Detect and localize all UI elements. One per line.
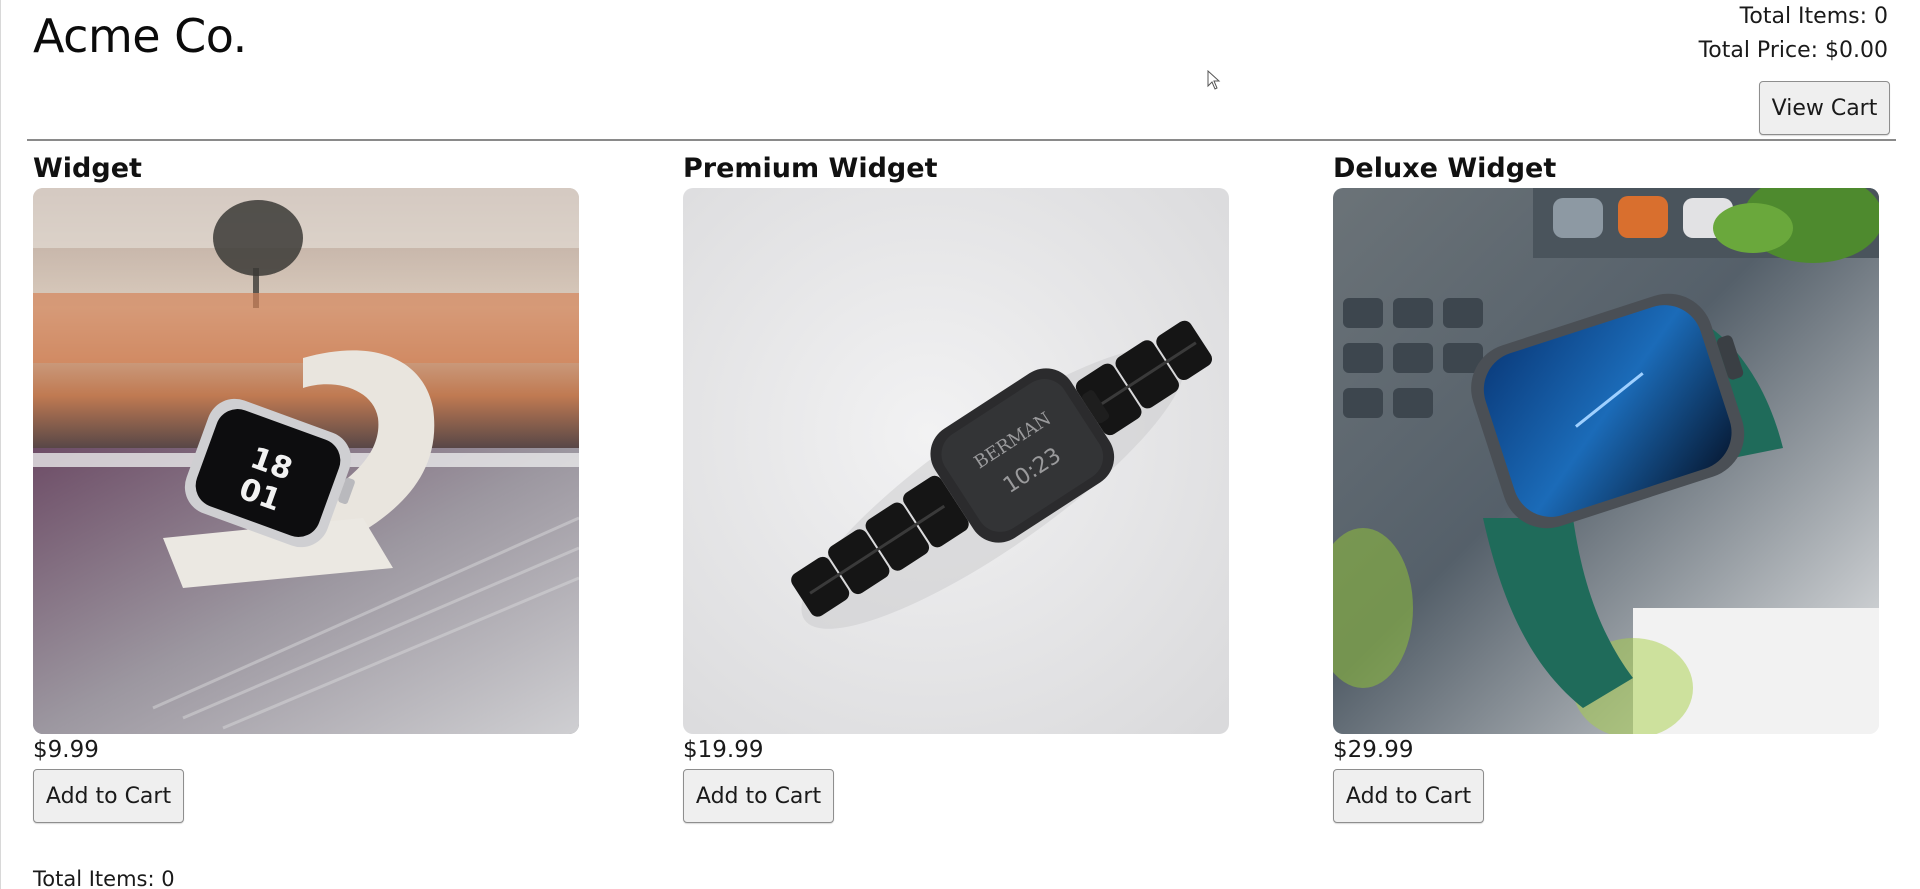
product-card-widget: Widget 18 01 $9.99 Add to Cart [33,152,581,823]
product-name: Widget [33,153,142,184]
header-divider [27,139,1896,141]
add-to-cart-button[interactable]: Add to Cart [33,769,184,823]
brand-title: Acme Co. [33,9,247,63]
storefront-page: Acme Co. Total Items: 0 Total Price: $0.… [0,0,1920,889]
header-total-price: Total Price: $0.00 [1698,38,1888,63]
view-cart-button[interactable]: View Cart [1759,81,1890,135]
cart-summary: Total Items: 0 Total Price: $0.00 [1699,0,1888,68]
product-name: Premium Widget [683,153,938,184]
black-link-bracelet-smartwatch-photo: BERMAN 10:23 [683,188,1229,734]
product-name: Deluxe Widget [1333,153,1557,184]
product-card-premium-widget: Premium Widget BERMAN 10:23 $19.99 Add t… [683,152,1231,823]
footer-total-items: Total Items: 0 [33,867,175,889]
add-to-cart-button[interactable]: Add to Cart [1333,769,1484,823]
green-band-smartwatch-photo [1333,188,1879,734]
white-smartwatch-photo: 18 01 [33,188,579,734]
mouse-cursor-icon [1207,70,1221,90]
product-price: $9.99 [33,737,99,763]
product-price: $29.99 [1333,737,1414,763]
product-price: $19.99 [683,737,764,763]
header-total-items: Total Items: 0 [1739,4,1888,29]
product-card-deluxe-widget: Deluxe Widget $29.99 Add to Cart [1333,152,1881,823]
add-to-cart-button[interactable]: Add to Cart [683,769,834,823]
